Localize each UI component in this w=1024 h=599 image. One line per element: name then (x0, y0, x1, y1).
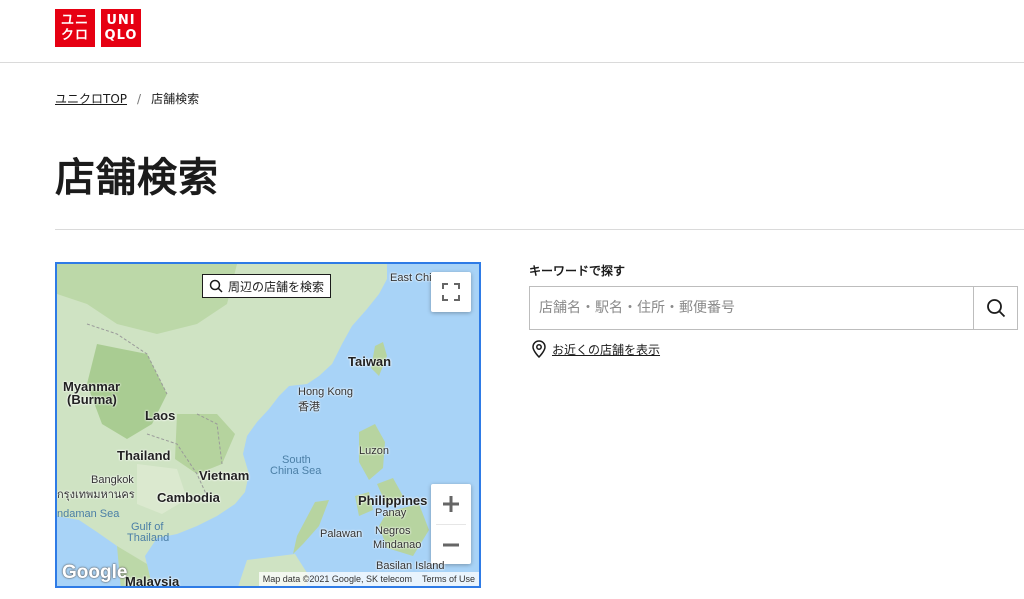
zoom-controls (431, 484, 471, 564)
minus-icon (443, 543, 459, 547)
nearby-stores-label: お近くの店舗を表示 (552, 342, 661, 357)
nearby-stores-link[interactable]: お近くの店舗を表示 (531, 340, 660, 358)
map-label: Negros (375, 525, 411, 537)
map-label: ndaman Sea (57, 508, 120, 520)
title-divider (55, 229, 1024, 230)
keyword-search-input[interactable] (530, 287, 973, 329)
location-pin-icon (532, 340, 546, 358)
map-label: (Burma) (67, 392, 117, 407)
map-label: Hong Kong (298, 386, 354, 398)
map-label: Luzon (359, 445, 389, 457)
breadcrumb-current: 店舗検索 (151, 92, 200, 106)
breadcrumb: ユニクロTOP / 店舗検索 (55, 90, 199, 107)
terms-link[interactable]: Terms of Use (422, 574, 475, 584)
map-label: Laos (145, 408, 176, 423)
google-logo: Google (62, 562, 128, 583)
map-label: Cambodia (157, 490, 220, 505)
map-label: East Chi (390, 272, 432, 284)
search-icon (986, 299, 1005, 318)
map-label: Basilan Island (376, 560, 445, 572)
search-icon (209, 279, 223, 293)
search-area-label: 周辺の店舗を検索 (228, 279, 325, 294)
plus-icon (443, 496, 459, 512)
logo-latin: UNI QLO (101, 9, 141, 47)
fullscreen-button[interactable] (431, 272, 471, 312)
map-label: Palawan (320, 528, 363, 540)
map-label: Malaysia (125, 574, 180, 588)
map-label: กรุงเทพมหานคร (57, 489, 135, 501)
map-label: Thailand (127, 532, 170, 544)
keyword-search-button[interactable] (973, 287, 1017, 329)
keyword-search-label: キーワードで探す (529, 264, 626, 278)
breadcrumb-home-link[interactable]: ユニクロTOP (55, 90, 127, 107)
search-area-button[interactable]: 周辺の店舗を検索 (202, 274, 332, 298)
page-title: 店舗検索 (55, 155, 219, 201)
fullscreen-icon (442, 283, 460, 301)
logo-katakana: ユニ クロ (55, 9, 95, 47)
site-header: ユニ クロ UNI QLO (0, 0, 1024, 63)
zoom-in-button[interactable] (431, 484, 471, 524)
map-label: 香港 (298, 401, 320, 413)
map-attribution: Map data ©2021 Google, SK telecom Terms … (258, 572, 479, 586)
zoom-out-button[interactable] (431, 525, 471, 565)
breadcrumb-separator: / (137, 91, 142, 106)
map-label: Taiwan (348, 354, 392, 369)
map-label: Mindanao (373, 539, 422, 551)
map-label: China Sea (270, 465, 322, 477)
map-label: Vietnam (199, 468, 250, 483)
map-data-credit: Map data ©2021 Google, SK telecom (262, 574, 412, 584)
map-label: Thailand (117, 448, 171, 463)
map-label: Philippines (358, 493, 428, 508)
map-label: Panay (375, 507, 407, 519)
uniqlo-logo[interactable]: ユニ クロ UNI QLO (55, 9, 141, 47)
store-map[interactable]: 周辺の店舗を検索 East Chi Taiwan Hong Kong 香港 My… (55, 262, 481, 588)
keyword-search-box (529, 286, 1018, 330)
